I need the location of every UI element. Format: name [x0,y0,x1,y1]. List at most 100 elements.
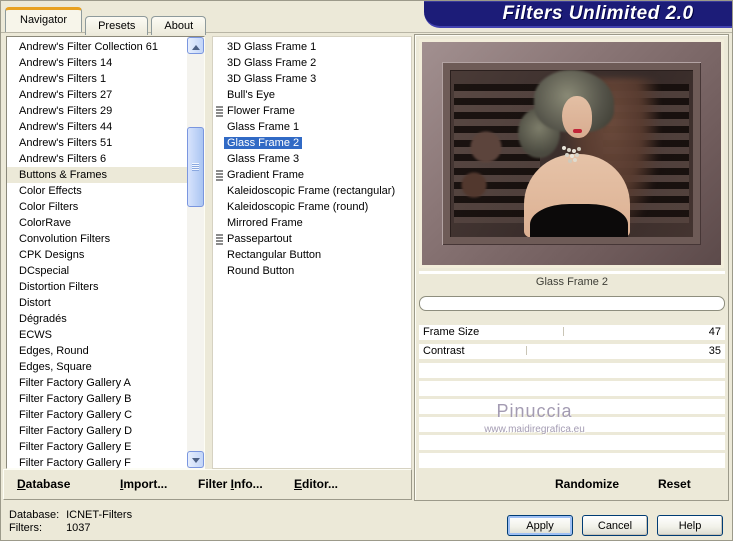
filters-count-label: Filters: [9,522,42,534]
filter-list-item[interactable]: 3D Glass Frame 1 [213,39,411,55]
category-label: ECWS [19,329,52,341]
category-label: Andrew's Filters 29 [19,105,113,117]
slider-row[interactable] [419,381,725,396]
category-label: Edges, Square [19,361,92,373]
category-list-item[interactable]: Andrew's Filter Collection 61 [7,39,187,55]
category-list-item[interactable]: Andrew's Filters 44 [7,119,187,135]
filter-label: 3D Glass Frame 1 [227,41,317,53]
filter-label: Kaleidoscopic Frame (round) [227,201,369,213]
filter-list-item[interactable]: Glass Frame 1 [213,119,411,135]
category-list-item[interactable]: ColorRave [7,215,187,231]
category-label: DCspecial [19,265,70,277]
category-label: ColorRave [19,217,71,229]
slider-row[interactable] [419,399,725,414]
slider-row[interactable] [419,363,725,378]
preview-photo [450,70,693,237]
filter-list-panel: 3D Glass Frame 1 3D Glass Frame 2 3D Gla… [212,36,412,469]
filter-list-item[interactable]: Round Button [213,263,411,279]
category-list-item[interactable]: DCspecial [7,263,187,279]
preview-spheres [458,125,514,225]
category-list-item[interactable]: Filter Factory Gallery E [7,439,187,455]
app-title: Filters Unlimited 2.0 [502,3,694,24]
slider-row[interactable] [419,435,725,450]
filter-label: Round Button [227,265,295,277]
category-list-item[interactable]: Andrew's Filters 29 [7,103,187,119]
category-list-item[interactable]: Edges, Round [7,343,187,359]
slider-row[interactable]: Frame Size 47 [419,325,725,340]
tab[interactable]: Navigator [5,7,83,32]
category-list-item[interactable]: Distort [7,295,187,311]
filter-label: Flower Frame [227,105,295,117]
filter-list-item[interactable]: Rectangular Button [213,247,411,263]
filter-list-item[interactable]: 3D Glass Frame 2 [213,55,411,71]
category-list-item[interactable]: Dégradés [7,311,187,327]
reset-button[interactable]: Reset [658,470,691,498]
category-list-item[interactable]: Filter Factory Gallery A [7,375,187,391]
tab[interactable]: About [151,16,207,35]
scrollbar-down-button[interactable] [187,451,204,468]
import-button[interactable]: Import... [120,470,167,498]
tab[interactable]: Presets [85,16,149,35]
slider-row[interactable]: Contrast 35 [419,344,725,359]
preset-list-icon [216,170,223,181]
filter-label: Mirrored Frame [227,217,303,229]
slider-row[interactable] [419,453,725,468]
category-list-item[interactable]: Filter Factory Gallery F [7,455,187,468]
category-list-item[interactable]: Andrew's Filters 27 [7,87,187,103]
filter-list-item[interactable]: Mirrored Frame [213,215,411,231]
database-button[interactable]: Database [17,470,70,498]
category-list-item[interactable]: Color Effects [7,183,187,199]
filter-list-item[interactable]: 3D Glass Frame 3 [213,71,411,87]
category-list-item[interactable]: Convolution Filters [7,231,187,247]
category-list-item[interactable]: Edges, Square [7,359,187,375]
filter-label: Passepartout [227,233,292,245]
filter-list-item[interactable]: Glass Frame 3 [213,151,411,167]
slider-value: 35 [708,345,721,357]
category-label: Filter Factory Gallery D [19,425,133,437]
filter-list-item[interactable]: Flower Frame [213,103,411,119]
filter-list-item[interactable]: Glass Frame 2 [213,135,411,151]
category-list-item[interactable]: CPK Designs [7,247,187,263]
filter-list-item[interactable]: Kaleidoscopic Frame (round) [213,199,411,215]
slider-row[interactable] [419,417,725,432]
preview-caption-row: Glass Frame 2 [419,271,725,291]
filters-unlimited-window: Filters Unlimited 2.0 Navigator Presets … [0,0,733,541]
filter-list-item[interactable]: Bull's Eye [213,87,411,103]
database-status-value: ICNET-Filters [66,509,133,521]
slider-label: Contrast [423,345,465,357]
filter-info-button[interactable]: Filter Info... [198,470,263,498]
editor-button[interactable]: Editor... [294,470,338,498]
import-label: mport... [123,477,168,491]
filter-list-item[interactable]: Passepartout [213,231,411,247]
help-button[interactable]: Help [657,515,723,536]
filter-label: 3D Glass Frame 2 [227,57,317,69]
category-list-item[interactable]: Filter Factory Gallery D [7,423,187,439]
scrollbar-thumb[interactable] [187,127,204,207]
category-list-item[interactable]: Buttons & Frames [7,167,187,183]
category-list-item[interactable]: Filter Factory Gallery C [7,407,187,423]
randomize-button[interactable]: Randomize [555,470,619,498]
category-list-item[interactable]: Color Filters [7,199,187,215]
database-mnemonic: D [17,477,26,491]
category-list-item[interactable]: Andrew's Filters 51 [7,135,187,151]
category-list-item[interactable]: ECWS [7,327,187,343]
filters-count-value: 1037 [66,522,91,534]
scrollbar-track[interactable] [187,54,204,451]
editor-mnemonic: E [294,477,303,491]
scrollbar-up-button[interactable] [187,37,204,54]
filter-list-item[interactable]: Gradient Frame [213,167,411,183]
category-list-item[interactable]: Andrew's Filters 6 [7,151,187,167]
category-list-item[interactable]: Andrew's Filters 14 [7,55,187,71]
filter-list-item[interactable]: Kaleidoscopic Frame (rectangular) [213,183,411,199]
cancel-button[interactable]: Cancel [582,515,648,536]
category-list-item[interactable]: Filter Factory Gallery B [7,391,187,407]
category-label: Filter Factory Gallery E [19,441,132,453]
tab-label: Navigator [20,14,68,26]
category-label: Distort [19,297,51,309]
apply-button[interactable]: Apply [507,515,573,536]
category-list-item[interactable]: Distortion Filters [7,279,187,295]
category-list-item[interactable]: Andrew's Filters 1 [7,71,187,87]
category-scrollbar [187,37,204,468]
category-label: CPK Designs [19,249,85,261]
slider-tick [562,327,564,336]
